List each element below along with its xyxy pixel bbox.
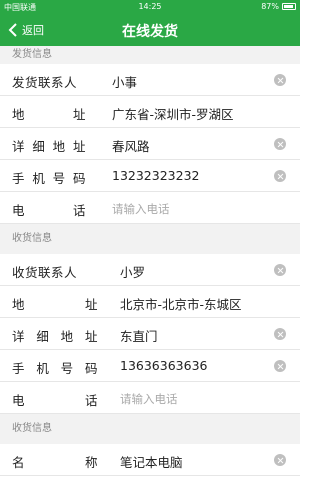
clear-icon[interactable] — [274, 328, 286, 340]
receiver-mobile-row[interactable]: 手 机 号 码 13636363636 — [0, 350, 300, 382]
sender-section-header: 发货信息 — [0, 46, 300, 64]
label-char: 电 — [12, 393, 26, 408]
label-char: 地 — [12, 297, 26, 312]
receiver-mobile-input[interactable]: 13636363636 — [120, 358, 207, 373]
label-char: 址 — [84, 329, 98, 344]
sender-detail-input[interactable]: 春风路 — [112, 136, 150, 155]
status-bar: 中国联通 14:25 87% — [0, 0, 300, 14]
goods-section-header: 收货信息 — [0, 414, 300, 444]
label-char: 址 — [72, 139, 86, 154]
receiver-address-label: 地 址 — [12, 294, 98, 313]
sender-mobile-input[interactable]: 13232323232 — [112, 168, 199, 183]
page-title: 在线发货 — [122, 24, 178, 40]
goods-name-input[interactable]: 笔记本电脑 — [120, 452, 183, 471]
sender-contact-row[interactable]: 发货联系人 小事 — [0, 64, 300, 96]
label-char: 话 — [84, 393, 98, 408]
sender-address-row[interactable]: 地 址 广东省-深圳市-罗湖区 — [0, 96, 300, 128]
receiver-detail-input[interactable]: 东直门 — [120, 326, 158, 345]
receiver-address-row[interactable]: 地 址 北京市-北京市-东城区 — [0, 286, 300, 318]
receiver-phone-row[interactable]: 电 话 请输入电话 — [0, 382, 300, 414]
clear-icon[interactable] — [274, 454, 286, 466]
sender-address-label: 地 址 — [12, 104, 86, 123]
battery-indicator: 87% — [261, 2, 296, 11]
label-char: 手 — [12, 361, 26, 376]
receiver-contact-label: 收货联系人 — [12, 265, 78, 280]
clear-icon[interactable] — [274, 360, 286, 372]
receiver-section-header: 收货信息 — [0, 224, 300, 254]
clear-icon[interactable] — [274, 170, 286, 182]
label-char: 详 — [12, 329, 26, 344]
label-char: 称 — [84, 455, 98, 470]
receiver-contact-input[interactable]: 小罗 — [120, 262, 145, 281]
label-char: 号 — [60, 361, 74, 376]
sender-contact-label: 发货联系人 — [12, 75, 78, 90]
sender-mobile-label: 手 机 号 码 — [12, 168, 86, 187]
receiver-phone-label: 电 话 — [12, 390, 98, 409]
goods-name-label: 名 称 — [12, 452, 98, 471]
clear-icon[interactable] — [274, 74, 286, 86]
receiver-contact-row[interactable]: 收货联系人 小罗 — [0, 254, 300, 286]
label-char: 话 — [72, 203, 86, 218]
receiver-detail-label: 详 细 地 址 — [12, 326, 98, 345]
label-char: 码 — [84, 361, 98, 376]
label-char: 手 — [12, 171, 26, 186]
sender-phone-input[interactable]: 请输入电话 — [112, 201, 170, 217]
sender-address-value[interactable]: 广东省-深圳市-罗湖区 — [112, 104, 234, 123]
label-char: 细 — [36, 329, 50, 344]
receiver-mobile-label: 手 机 号 码 — [12, 358, 98, 377]
label-char: 码 — [72, 171, 86, 186]
sender-detail-row[interactable]: 详 细 地 址 春风路 — [0, 128, 300, 160]
nav-bar: 返回 在线发货 — [0, 14, 300, 46]
label-char: 址 — [84, 297, 98, 312]
sender-contact-input[interactable]: 小事 — [112, 72, 137, 91]
sender-phone-row[interactable]: 电 话 请输入电话 — [0, 192, 300, 224]
label-char: 地 — [60, 329, 74, 344]
form: 发货信息 发货联系人 小事 地 址 广东省-深圳市-罗湖区 详 细 地 址 春风… — [0, 46, 300, 476]
sender-detail-label: 详 细 地 址 — [12, 136, 86, 155]
sender-mobile-row[interactable]: 手 机 号 码 13232323232 — [0, 160, 300, 192]
label-char: 细 — [32, 139, 46, 154]
label-char: 址 — [72, 107, 86, 122]
label-char: 名 — [12, 455, 26, 470]
label-char: 电 — [12, 203, 26, 218]
label-char: 号 — [52, 171, 66, 186]
sender-phone-label: 电 话 — [12, 200, 86, 219]
clock: 14:25 — [138, 2, 162, 11]
label-char: 机 — [36, 361, 50, 376]
label-char: 详 — [12, 139, 26, 154]
clear-icon[interactable] — [274, 138, 286, 150]
label-char: 机 — [32, 171, 46, 186]
receiver-address-value[interactable]: 北京市-北京市-东城区 — [120, 294, 242, 313]
receiver-detail-row[interactable]: 详 细 地 址 东直门 — [0, 318, 300, 350]
goods-name-row[interactable]: 名 称 笔记本电脑 — [0, 444, 300, 476]
receiver-phone-input[interactable]: 请输入电话 — [120, 391, 178, 407]
battery-icon — [282, 3, 296, 10]
label-char: 地 — [12, 107, 26, 122]
clear-icon[interactable] — [274, 264, 286, 276]
label-char: 地 — [52, 139, 66, 154]
battery-percent: 87% — [261, 2, 279, 11]
